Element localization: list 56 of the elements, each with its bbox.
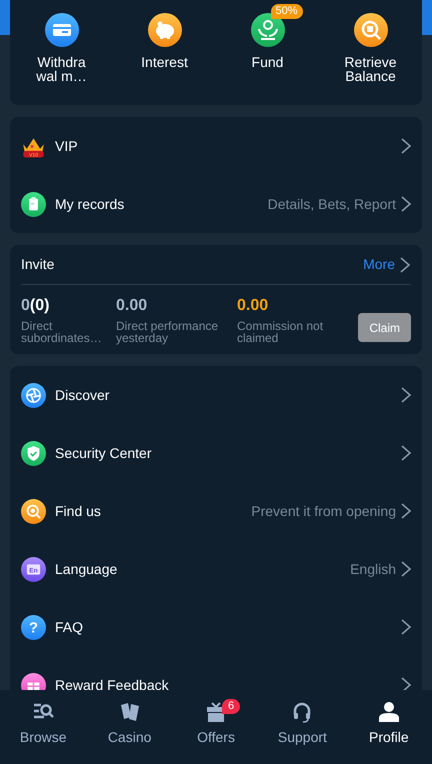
quick-action-button[interactable]: Interest (113, 3, 216, 73)
quick-action-button[interactable]: 50% Fund (216, 3, 319, 73)
stat-label: Direct performance yesterday (116, 320, 220, 344)
chevron-right-icon (400, 196, 412, 212)
card-icon (44, 13, 78, 47)
menu-label: Language (55, 560, 118, 579)
chevron-right-icon (400, 503, 412, 519)
aperture-icon (21, 382, 46, 408)
help-icon: ? (21, 614, 46, 640)
menu-label: Security Center (55, 444, 152, 463)
menu-item[interactable]: Security Center (10, 424, 422, 482)
chevron-right-icon (400, 677, 412, 690)
nav-tab[interactable]: Browse (0, 701, 86, 764)
stat-value: 0.00 (116, 297, 148, 315)
search-icon (354, 13, 388, 47)
fund-icon (250, 13, 284, 47)
chevron-right-icon (400, 387, 412, 403)
chevron-right-icon (400, 138, 412, 154)
chevron-right-icon (399, 256, 411, 272)
shield-icon (21, 440, 46, 466)
nav-tab[interactable]: Casino (86, 701, 173, 764)
piggy-bank-icon (148, 13, 182, 47)
invite-title: Invite (21, 255, 56, 274)
menu-detail: Details, Bets, Report (268, 194, 396, 214)
headset-icon (291, 701, 314, 723)
stat-label: Direct subordinates… (21, 320, 103, 344)
nav-tab[interactable]: Profile (346, 701, 432, 764)
stat-value: 0.00 (237, 297, 270, 315)
playing-cards-icon (118, 701, 141, 723)
menu-item[interactable]: Find us Prevent it from opening (10, 482, 422, 540)
nav-tab[interactable]: Offers 6 (172, 701, 260, 764)
menu-item[interactable]: Discover (10, 366, 422, 424)
more-link[interactable]: More (363, 254, 411, 275)
magnifier-icon (21, 498, 46, 524)
quick-action-button[interactable]: Withdra wal m… (10, 3, 113, 87)
clipboard-icon (21, 192, 46, 216)
menu-detail: English (350, 560, 396, 579)
stat-value: 0(0) (21, 297, 50, 315)
menu-detail: Prevent it from opening (251, 502, 396, 521)
menu-label: VIP (55, 136, 79, 156)
menu-item[interactable]: ? FAQ (10, 598, 422, 656)
menu-label: FAQ (55, 618, 84, 637)
menu-label: Find us (55, 502, 102, 520)
menu-item[interactable]: My records Details, Bets, Report (10, 175, 422, 233)
menu-label: Discover (55, 386, 110, 404)
person-icon (378, 701, 400, 723)
chevron-right-icon (400, 445, 412, 461)
menu-label: Reward Feedback (55, 676, 170, 690)
chevron-right-icon (400, 561, 412, 577)
stat-label: Commission not claimed (237, 320, 324, 344)
badge: 50% (270, 4, 303, 19)
chevron-right-icon (400, 619, 412, 635)
quick-action-button[interactable]: Retrieve Balance (319, 3, 422, 87)
nav-tab[interactable]: Support (259, 701, 346, 764)
notification-badge: 6 (222, 699, 240, 714)
menu-label: My records (55, 194, 126, 214)
